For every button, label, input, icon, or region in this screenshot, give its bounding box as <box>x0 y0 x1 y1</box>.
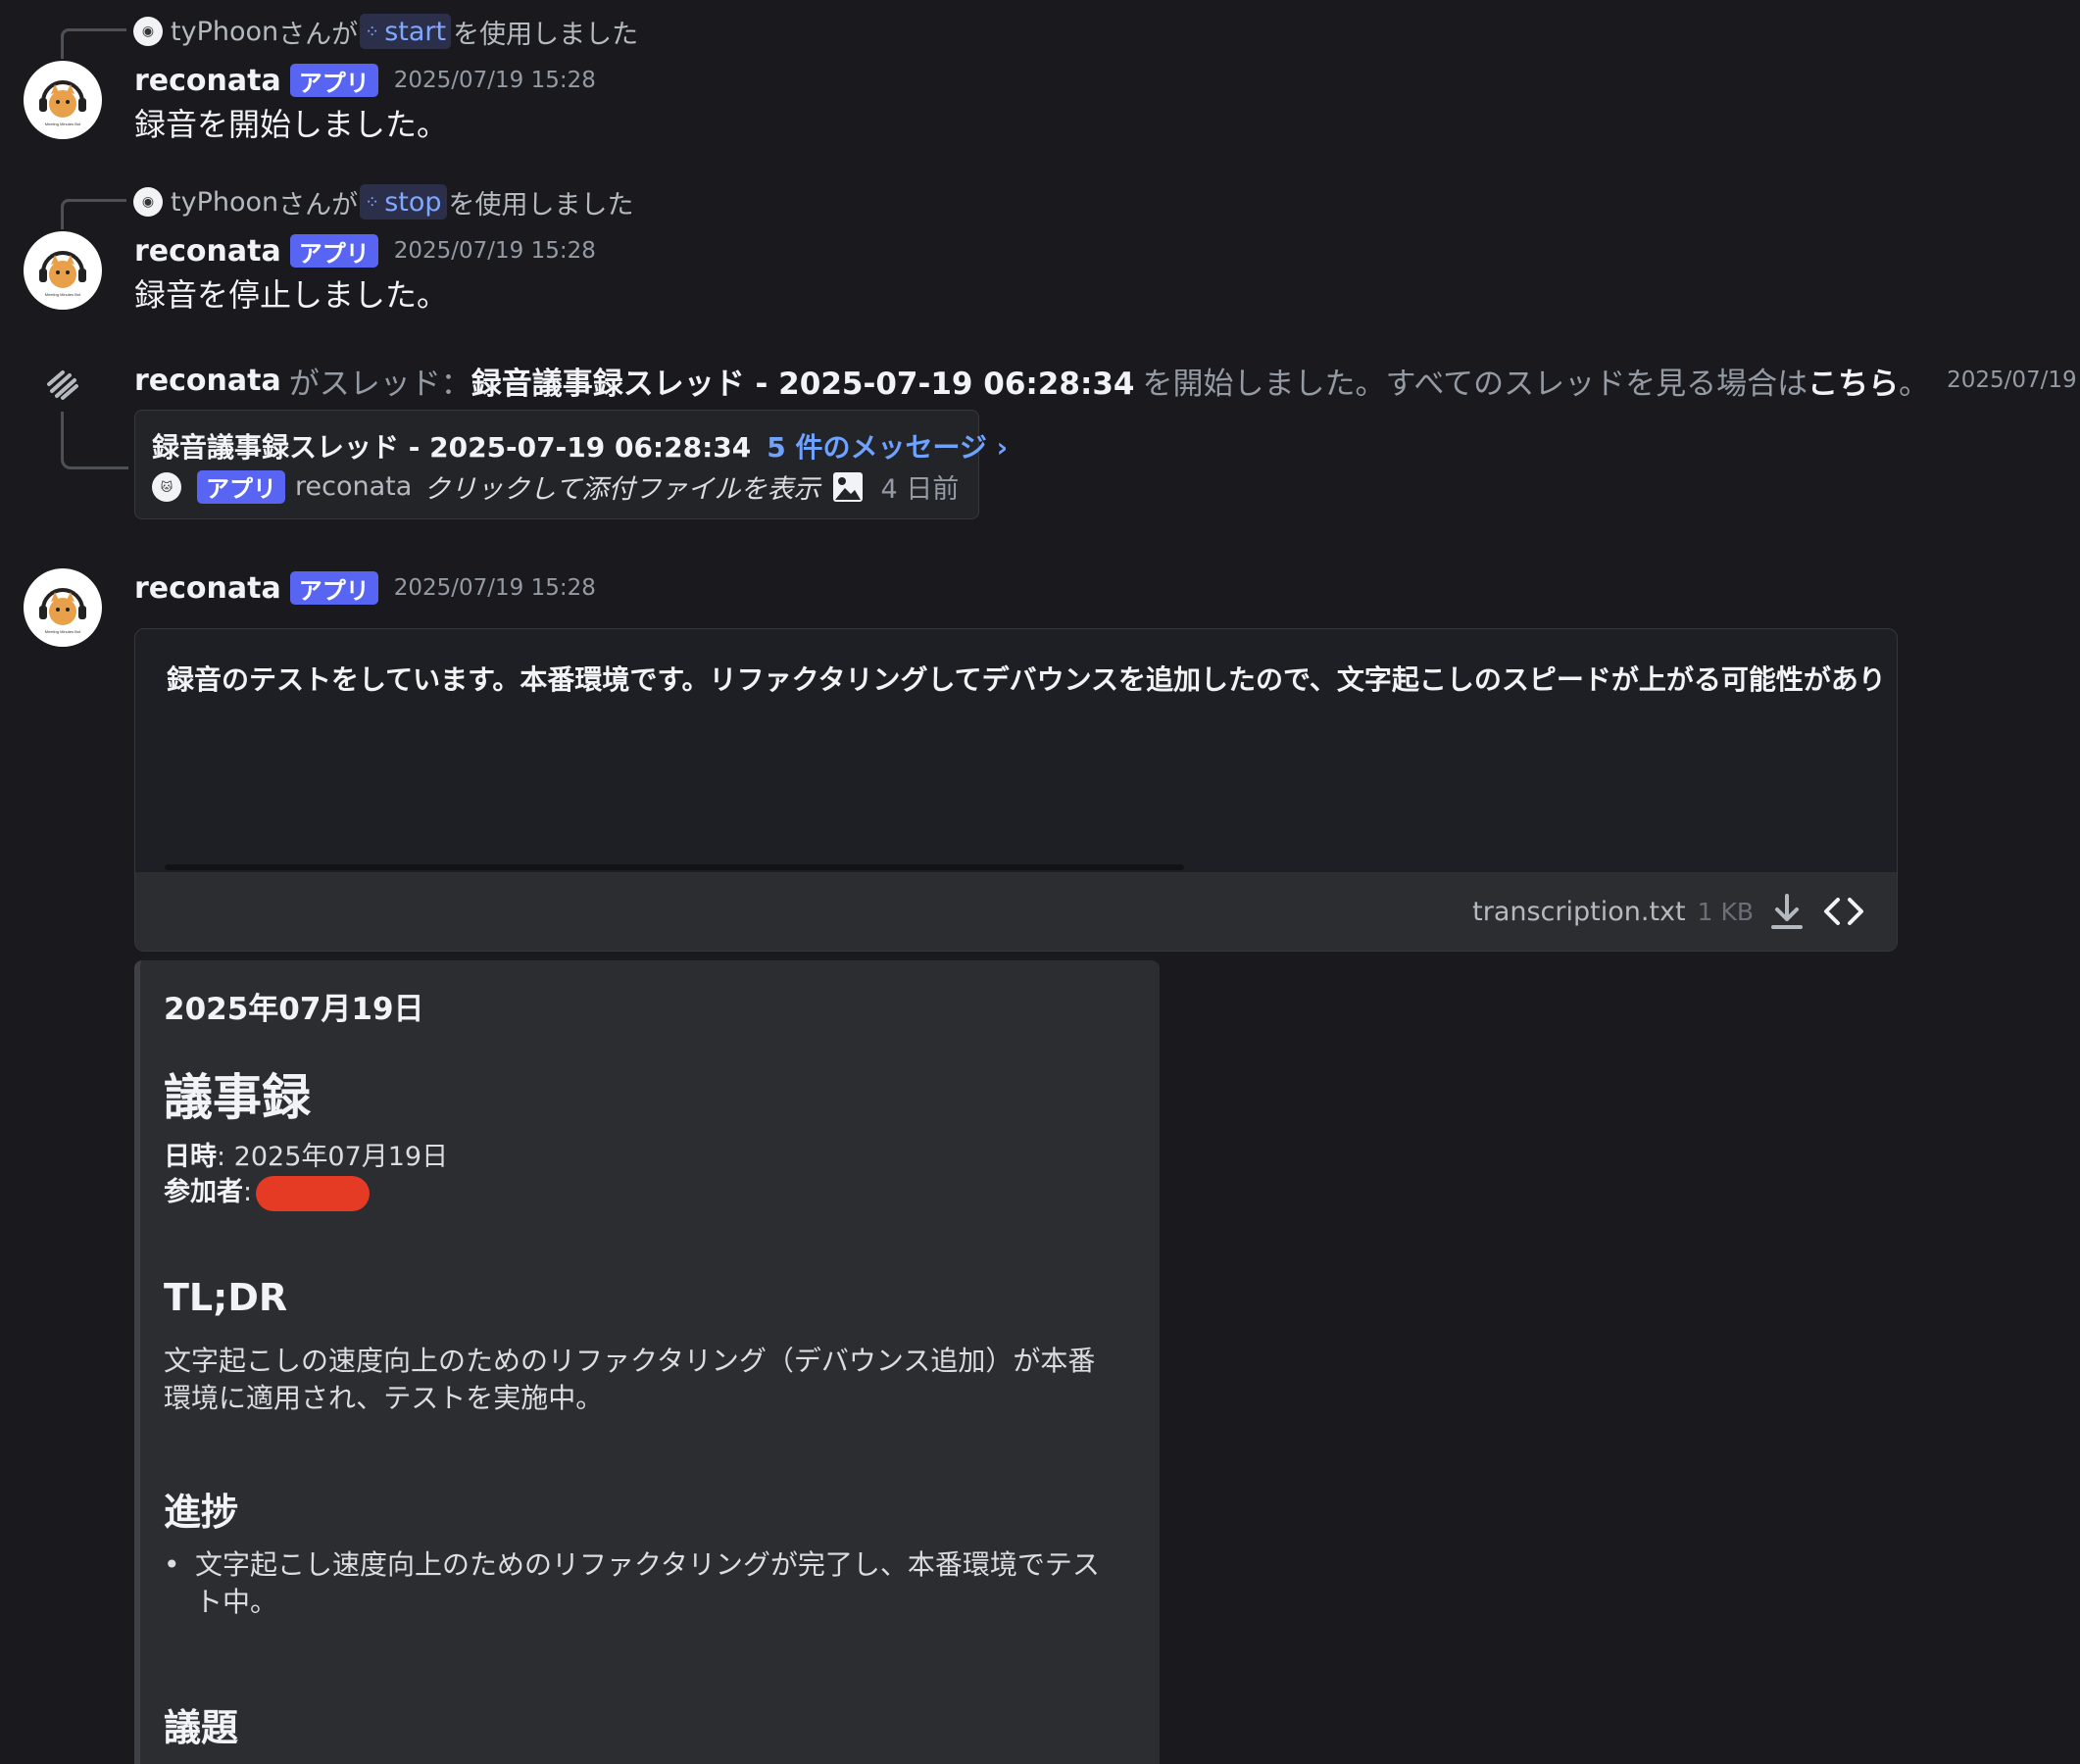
thread-notice: reconata がスレッド： 録音議事録スレッド - 2025-07-19 0… <box>134 359 2080 402</box>
ref-suffix: を使用しました <box>453 19 639 50</box>
redacted-participants <box>256 1175 371 1211</box>
attachment-preview-text: 録音のテストをしています。本番環境です。リファクタリングしてデバウンスを追加した… <box>167 663 1882 696</box>
username[interactable]: reconata <box>134 234 281 269</box>
progress-list: • 文字起こし速度向上のためのリファクタリングが完了し、本番環境でテスト中。 <box>164 1546 1114 1621</box>
ref-username: tyPhoon <box>171 16 279 47</box>
cat-headphones-icon: Meeting Minutes Bot <box>39 588 86 634</box>
tldr-heading: TL;DR <box>164 1276 288 1319</box>
thread-name-link[interactable]: 録音議事録スレッド - 2025-07-19 06:28:34 <box>471 359 1135 403</box>
thread-card-username: reconata <box>295 471 413 502</box>
message-header: reconata アプリ 2025/07/19 15:28 <box>134 61 596 100</box>
thread-notice-text: がスレッド： <box>288 366 471 402</box>
thread-notice-text3: 。 <box>1899 366 1930 402</box>
app-badge: アプリ <box>197 469 285 504</box>
timestamp[interactable]: 2025/07/19 15:28 <box>394 575 596 601</box>
attachment-filename[interactable]: transcription.txt <box>1472 897 1685 927</box>
timestamp[interactable]: 2025/07/19 15:28 <box>394 238 596 264</box>
avatar-small: 🐱 <box>152 471 181 502</box>
view-code-icon[interactable] <box>1820 890 1867 933</box>
thread-notice-text2: を開始しました。すべてのスレッドを見る場合は <box>1142 366 1808 402</box>
command-reference[interactable]: ◉ tyPhoon さんが ⁘ start を使用しました <box>133 12 638 51</box>
embed-datetime: 日時: 2025年07月19日 <box>164 1135 448 1173</box>
minutes-embed: 2025年07月19日 議事録 日時: 2025年07月19日 参加者: TL;… <box>134 960 1160 1764</box>
reply-connector <box>61 199 126 229</box>
username[interactable]: reconata <box>134 64 281 98</box>
timestamp[interactable]: 2025/07/19 15:28 <box>394 68 596 93</box>
ref-prefix: さんが <box>278 189 359 220</box>
thread-card-preview-text: クリックして添付ファイルを表示 <box>423 474 820 505</box>
attachment-file-info: transcription.txt 1 KB <box>1472 890 1867 933</box>
ref-suffix: を使用しました <box>448 189 634 220</box>
progress-heading: 進捗 <box>164 1491 239 1534</box>
embed-participants: 参加者: <box>164 1170 371 1211</box>
message-header: reconata アプリ 2025/07/19 15:28 <box>134 568 596 608</box>
user-avatar-small: ◉ <box>133 17 163 46</box>
file-attachment[interactable]: 録音のテストをしています。本番環境です。リファクタリングしてデバウンスを追加した… <box>134 628 1898 952</box>
progress-item-text: 文字起こし速度向上のためのリファクタリングが完了し、本番環境でテスト中。 <box>195 1548 1100 1618</box>
command-name: start <box>384 16 447 47</box>
download-icon[interactable] <box>1765 890 1808 933</box>
cat-headphones-icon: Meeting Minutes Bot <box>39 80 86 126</box>
preview-scrollbar[interactable] <box>165 864 1184 870</box>
thread-card-title: 録音議事録スレッド - 2025-07-19 06:28:34 <box>152 431 752 464</box>
svg-text:Meeting Minutes Bot: Meeting Minutes Bot <box>45 292 81 297</box>
command-icon: ⁘ <box>365 21 380 42</box>
message-text: 録音を開始しました。 <box>134 106 449 143</box>
avatar[interactable]: Meeting Minutes Bot <box>24 568 102 647</box>
list-item: • 文字起こし速度向上のためのリファクタリングが完了し、本番環境でテスト中。 <box>164 1546 1114 1621</box>
datetime-label: 日時 <box>164 1142 217 1172</box>
message-text: 録音を停止しました。 <box>134 276 449 314</box>
thread-card-header: 録音議事録スレッド - 2025-07-19 06:28:34 5 件のメッセー… <box>152 426 1008 466</box>
avatar[interactable]: Meeting Minutes Bot <box>24 61 102 139</box>
message-header: reconata アプリ 2025/07/19 15:28 <box>134 231 596 270</box>
participants-label: 参加者 <box>164 1177 243 1207</box>
all-threads-link[interactable]: こちら <box>1808 359 1899 403</box>
username[interactable]: reconata <box>134 571 281 606</box>
attachment-filesize: 1 KB <box>1697 897 1754 926</box>
ref-prefix: さんが <box>278 19 359 50</box>
command-name: stop <box>384 186 442 218</box>
svg-text:Meeting Minutes Bot: Meeting Minutes Bot <box>45 122 81 126</box>
avatar[interactable]: Meeting Minutes Bot <box>24 231 102 310</box>
reply-connector <box>61 28 126 59</box>
thread-icon <box>47 370 78 400</box>
embed-title: 議事録 <box>164 1069 311 1126</box>
thread-message-count[interactable]: 5 件のメッセージ › <box>767 426 1008 466</box>
bullet: • <box>164 1548 180 1581</box>
thread-card-age: 4 日前 <box>880 474 960 505</box>
ref-username: tyPhoon <box>171 186 279 218</box>
cat-headphones-icon: Meeting Minutes Bot <box>39 251 86 297</box>
command-icon: ⁘ <box>365 191 380 213</box>
thread-card-preview: 🐱 アプリ reconata クリックして添付ファイルを表示 4 日前 <box>152 467 959 506</box>
attachment-footer: transcription.txt 1 KB <box>135 872 1897 951</box>
thread-connector <box>61 412 128 469</box>
command-chip-stop[interactable]: ⁘ stop <box>360 184 447 220</box>
participants-separator: : <box>243 1177 253 1207</box>
image-icon <box>833 471 864 502</box>
app-badge: アプリ <box>289 64 378 97</box>
command-reference[interactable]: ◉ tyPhoon さんが ⁘ stop を使用しました <box>133 182 634 221</box>
command-chip-start[interactable]: ⁘ start <box>360 14 452 49</box>
thread-notice-username[interactable]: reconata <box>134 364 281 398</box>
datetime-value: : 2025年07月19日 <box>217 1142 449 1172</box>
tldr-text: 文字起こしの速度向上のためのリファクタリング（デバウンス追加）が本番環境に適用さ… <box>164 1345 1096 1414</box>
svg-text:Meeting Minutes Bot: Meeting Minutes Bot <box>45 629 81 634</box>
app-badge: アプリ <box>289 234 378 268</box>
timestamp[interactable]: 2025/07/19 15:28 <box>1947 368 2080 393</box>
user-avatar-small: ◉ <box>133 187 163 217</box>
agenda-heading: 議題 <box>164 1706 239 1749</box>
embed-date: 2025年07月19日 <box>164 992 424 1027</box>
app-badge: アプリ <box>289 571 378 605</box>
thread-card[interactable]: 録音議事録スレッド - 2025-07-19 06:28:34 5 件のメッセー… <box>134 410 1008 519</box>
